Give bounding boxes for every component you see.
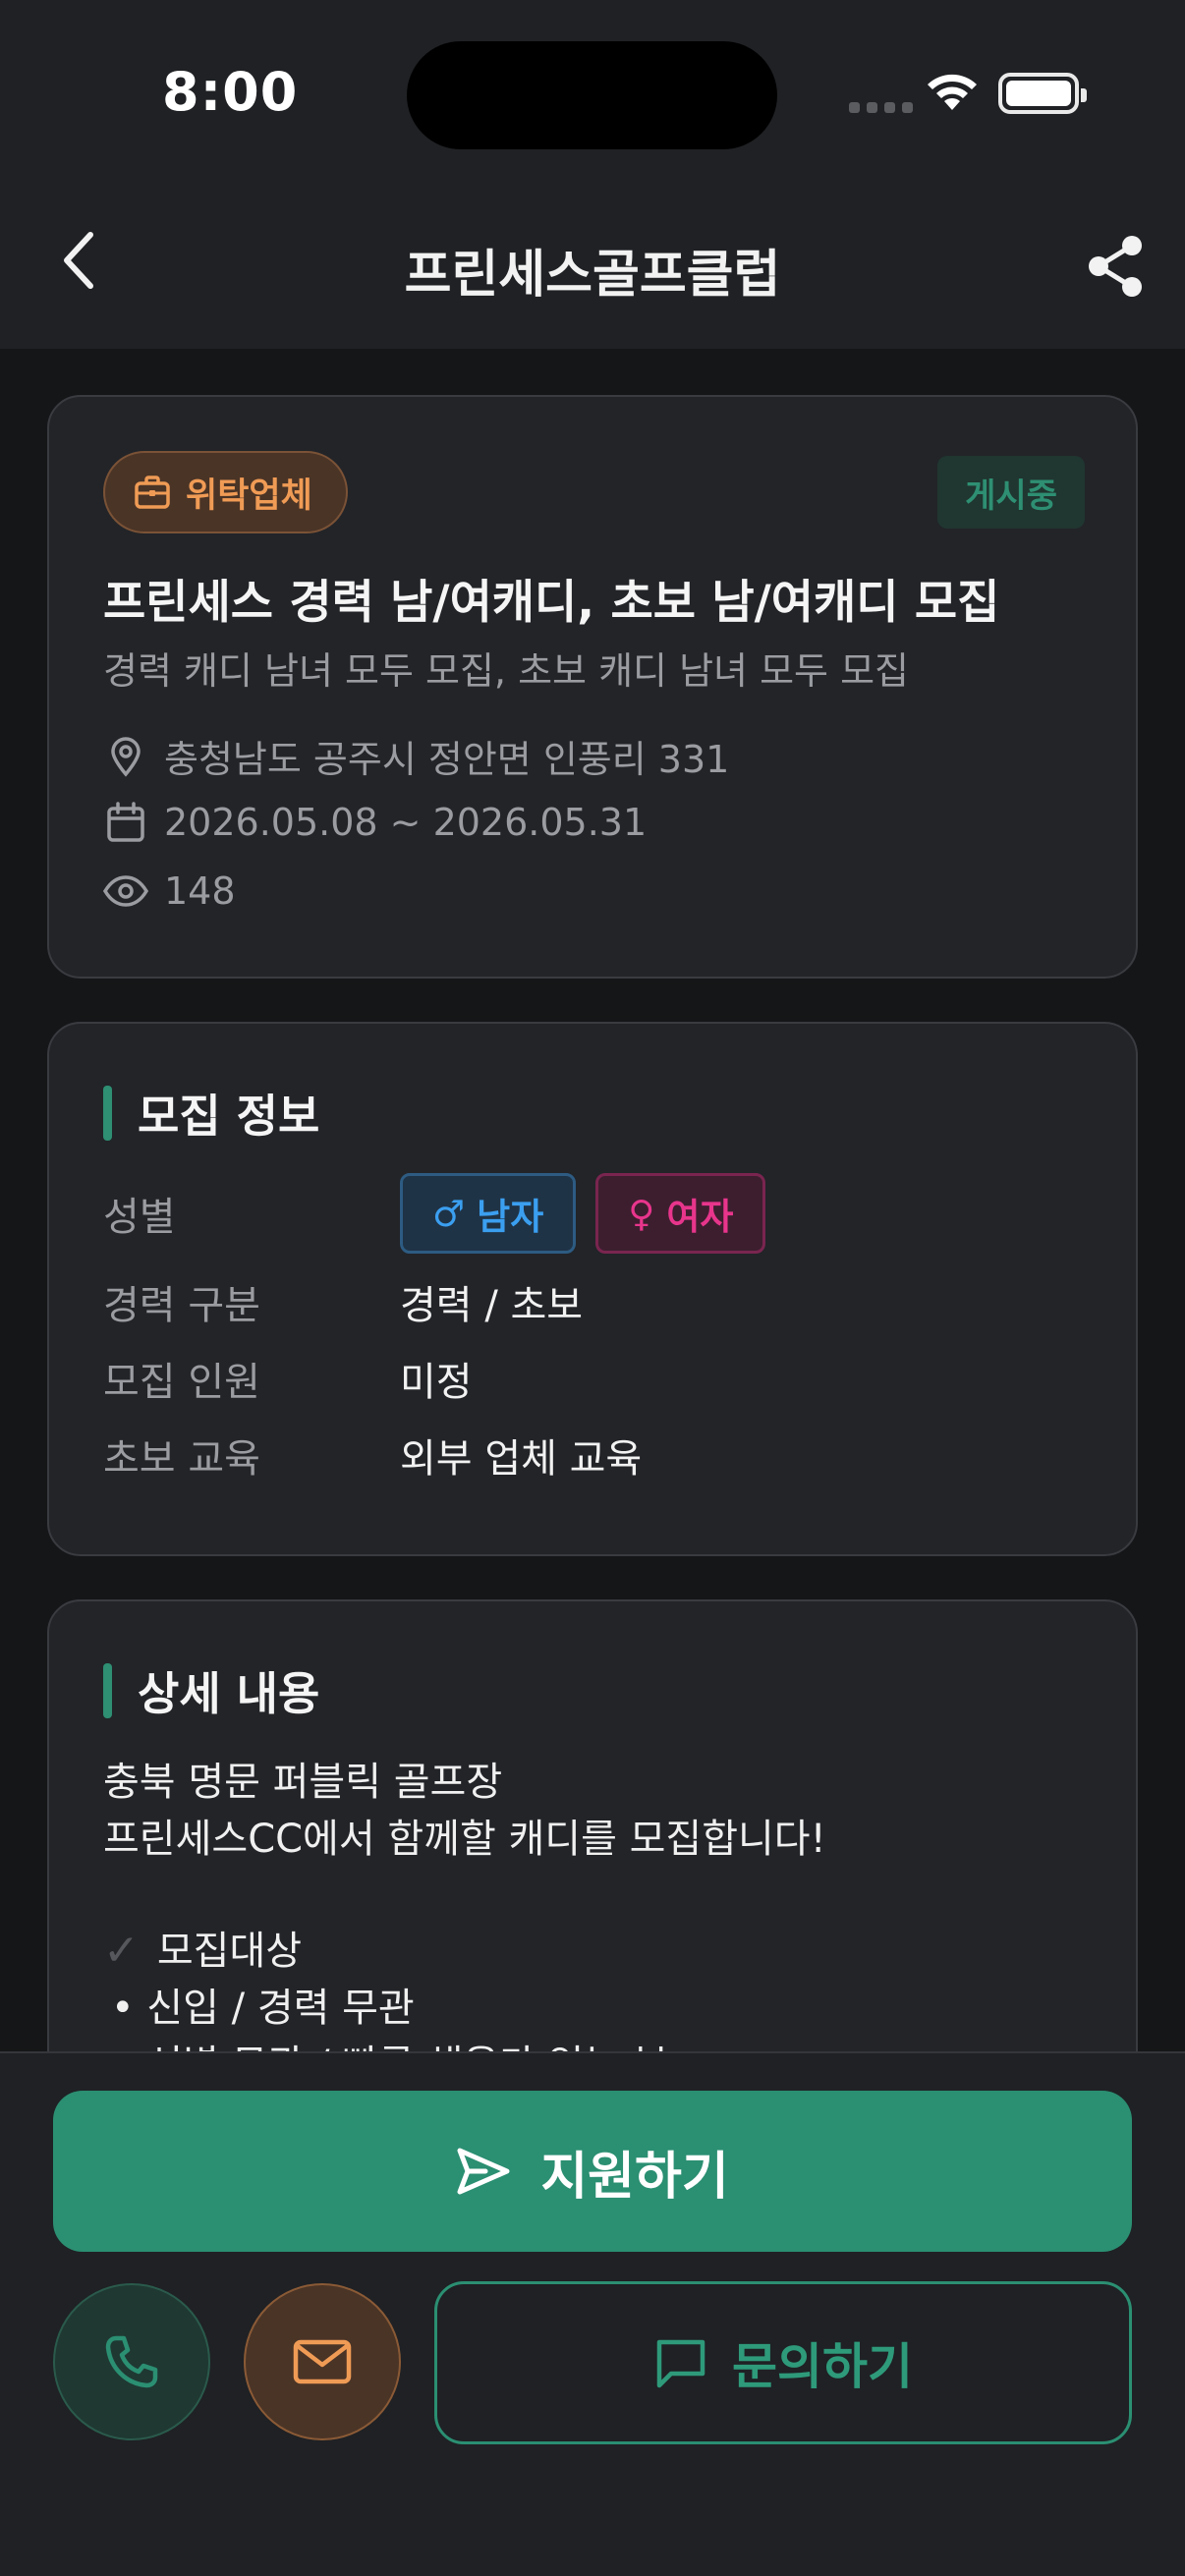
email-button[interactable]	[244, 2283, 401, 2440]
status-bar: 8:00	[0, 0, 1185, 192]
recruit-info-header: 모집 정보	[103, 1081, 319, 1146]
bottom-action-panel: 지원하기 문의하기	[0, 2051, 1185, 2576]
recruit-info-card: 모집 정보 성별 ♂ 남자 ♀ 여자 경력 구분 경력 / 초보 모집 인원 미…	[47, 1022, 1138, 1556]
target-heading-line: ✓ 모집대상	[103, 1923, 826, 1980]
status-time: 8:00	[162, 61, 299, 123]
company-type-badge: 위탁업체	[103, 451, 348, 533]
male-icon: ♂	[432, 1192, 466, 1235]
phone-icon	[105, 2335, 158, 2388]
post-summary-card: 위탁업체 게시중 프린세스 경력 남/여캐디, 초보 남/여캐디 모집 경력 캐…	[47, 395, 1138, 979]
share-icon	[1089, 236, 1142, 297]
status-badge: 게시중	[937, 456, 1085, 529]
period-row: 2026.05.08 ~ 2026.05.31	[103, 800, 647, 845]
female-icon: ♀	[628, 1192, 655, 1235]
post-title: 프린세스 경력 남/여캐디, 초보 남/여캐디 모집	[103, 576, 1000, 630]
inquiry-button-label: 문의하기	[732, 2338, 913, 2395]
share-button[interactable]	[1076, 227, 1155, 306]
apply-button-label: 지원하기	[540, 2147, 729, 2207]
career-row: 경력 구분 경력 / 초보	[103, 1273, 1086, 1330]
screen: 8:00 프린세스골프클럽 위탁업체 게시중 프린세스 경력 남/여캐디, 초보…	[0, 0, 1185, 2576]
apply-button[interactable]: 지원하기	[53, 2091, 1132, 2252]
period-text: 2026.05.08 ~ 2026.05.31	[164, 801, 648, 844]
career-value: 경력 / 초보	[400, 1283, 584, 1328]
section-title: 상세 내용	[138, 1667, 320, 1720]
location-text: 충청남도 공주시 정안면 인풍리 331	[164, 738, 730, 781]
briefcase-icon	[135, 476, 170, 509]
count-label: 모집 인원	[103, 1360, 260, 1405]
views-count: 148	[164, 869, 236, 913]
dynamic-island	[407, 41, 777, 149]
gender-chip-male: ♂ 남자	[400, 1173, 577, 1254]
education-value: 외부 업체 교육	[400, 1436, 643, 1482]
career-label: 경력 구분	[103, 1283, 260, 1328]
location-row: 충청남도 공주시 정안면 인풍리 331	[103, 729, 729, 783]
count-row: 모집 인원 미정	[103, 1350, 1086, 1407]
calendar-icon	[107, 802, 144, 842]
inquiry-button[interactable]: 문의하기	[434, 2281, 1132, 2444]
gender-male-label: 남자	[477, 1196, 544, 1238]
details-line: 충북 명문 퍼블릭 골프장	[103, 1760, 503, 1805]
mail-icon	[293, 2339, 352, 2384]
gender-row: 성별 ♂ 남자 ♀ 여자	[103, 1173, 1086, 1254]
check-icon: ✓	[103, 1926, 140, 1976]
call-button[interactable]	[53, 2283, 210, 2440]
education-label: 초보 교육	[103, 1436, 260, 1482]
views-row: 148	[103, 868, 236, 914]
post-subtitle: 경력 캐디 남녀 모두 모집, 초보 캐디 남녀 모두 모집	[103, 649, 909, 693]
eye-icon	[103, 875, 148, 907]
map-pin-icon	[111, 736, 141, 777]
count-value: 미정	[400, 1360, 473, 1405]
gender-chip-female: ♀ 여자	[595, 1173, 766, 1254]
send-icon	[457, 2148, 510, 2195]
nav-bar: 프린세스골프클럽	[0, 192, 1185, 349]
page-title: 프린세스골프클럽	[404, 246, 781, 305]
education-row: 초보 교육 외부 업체 교육	[103, 1427, 1086, 1484]
details-body: 충북 명문 퍼블릭 골프장 프린세스CC에서 함께할 캐디를 모집합니다! ✓ …	[103, 1754, 826, 2094]
details-line: 프린세스CC에서 함께할 캐디를 모집합니다!	[103, 1817, 826, 1862]
section-accent-bar	[103, 1663, 112, 1718]
gender-female-label: 여자	[666, 1196, 734, 1238]
company-type-label: 위탁업체	[186, 476, 312, 516]
wifi-icon	[928, 74, 977, 110]
section-title: 모집 정보	[138, 1090, 320, 1143]
cellular-signal-icon	[849, 102, 913, 113]
section-accent-bar	[103, 1086, 112, 1141]
gender-label: 성별	[103, 1195, 176, 1240]
target-heading: 모집대상	[156, 1929, 303, 1974]
message-square-icon	[656, 2339, 705, 2388]
details-header: 상세 내용	[103, 1658, 319, 1723]
battery-icon	[998, 73, 1087, 114]
bullet-item: • 신입 / 경력 무관	[111, 1986, 415, 2031]
